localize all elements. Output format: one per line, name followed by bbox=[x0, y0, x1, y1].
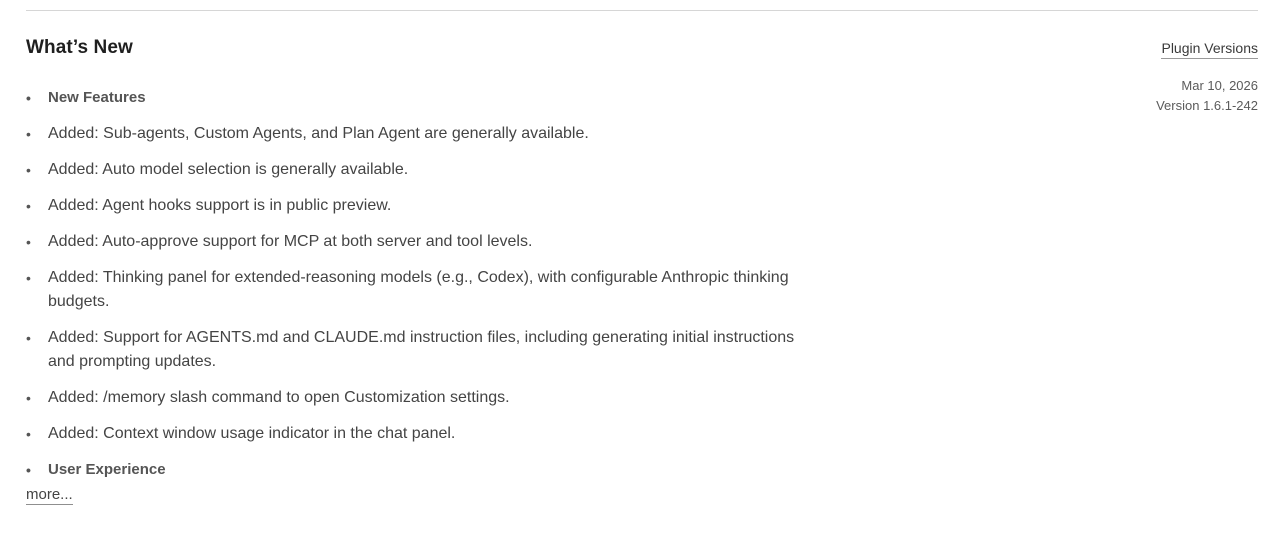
whats-new-title: What’s New bbox=[26, 37, 133, 58]
list-item: Added: Support for AGENTS.md and CLAUDE.… bbox=[26, 326, 806, 374]
list-item: Added: Auto-approve support for MCP at b… bbox=[26, 230, 806, 254]
notes-heading-user-experience: User Experience bbox=[26, 458, 806, 482]
plugin-versions-link[interactable]: Plugin Versions bbox=[1161, 40, 1258, 59]
list-item: Added: Agent hooks support is in public … bbox=[26, 194, 806, 218]
notes-heading-new-features: New Features bbox=[26, 86, 806, 110]
release-notes-list: New Features Added: Sub-agents, Custom A… bbox=[26, 86, 806, 494]
top-divider bbox=[26, 10, 1258, 11]
more-link[interactable]: more... bbox=[26, 486, 73, 505]
list-item: Added: Auto model selection is generally… bbox=[26, 158, 806, 182]
list-item: Added: Thinking panel for extended-reaso… bbox=[26, 266, 806, 314]
release-date: Mar 10, 2026 bbox=[1181, 78, 1258, 93]
list-item: Added: /memory slash command to open Cus… bbox=[26, 386, 806, 410]
release-version: Version 1.6.1-242 bbox=[1156, 98, 1258, 113]
list-item: Added: Sub-agents, Custom Agents, and Pl… bbox=[26, 122, 806, 146]
list-item: Added: Context window usage indicator in… bbox=[26, 422, 806, 446]
release-meta: Mar 10, 2026 Version 1.6.1-242 bbox=[1156, 76, 1258, 116]
